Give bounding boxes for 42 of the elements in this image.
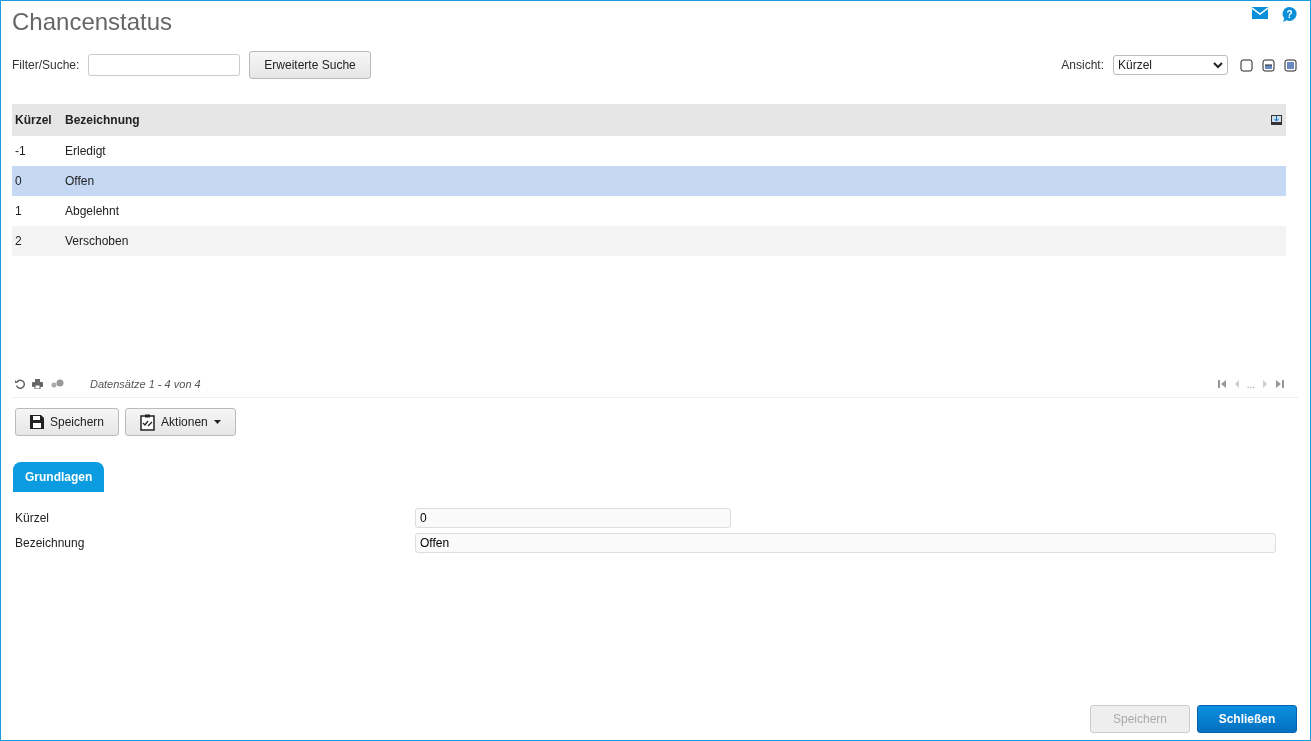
first-page-icon[interactable] — [1217, 380, 1227, 388]
table-cell-text: 0 — [14, 174, 23, 188]
field-label: Kürzel — [15, 511, 50, 525]
filter-field[interactable] — [88, 54, 241, 76]
table-cell-text: 2 — [14, 234, 23, 248]
view-dropdown[interactable]: Kürzel — [1113, 55, 1228, 75]
table-row[interactable]: 0 Offen — [12, 166, 1286, 196]
table-cell-text: Offen — [64, 174, 95, 188]
advanced-search-button[interactable]: Erweiterte Suche — [249, 51, 371, 79]
last-page-icon[interactable] — [1275, 380, 1284, 388]
page-title: Chancenstatus — [12, 8, 173, 36]
table-cell-text: Abgelehnt — [64, 204, 120, 218]
table-cell-text: Verschoben — [64, 234, 129, 248]
table-cell-text: -1 — [14, 144, 27, 158]
input-field[interactable]: Offen — [415, 533, 1276, 553]
column-header[interactable]: Kürzel — [12, 113, 55, 127]
full-pane-icon[interactable] — [1284, 58, 1297, 72]
table-row[interactable]: 2 Verschoben — [12, 226, 1286, 256]
mail-icon[interactable] — [1252, 7, 1268, 19]
table-row[interactable]: -1 Erledigt — [12, 136, 1286, 166]
chevron-icon — [1213, 61, 1223, 69]
clipboard-icon — [140, 413, 156, 431]
field-label: Bezeichnung — [15, 536, 86, 550]
column-header[interactable]: Bezeichnung — [55, 113, 140, 127]
split-pane-icon[interactable] — [1262, 58, 1275, 72]
caret-icon — [213, 420, 221, 424]
table-cell-text: 1 — [14, 204, 23, 218]
close-button[interactable]: Schließen — [1197, 705, 1297, 733]
table-cell-text: Erledigt — [64, 144, 106, 158]
page-ellipsis: ... — [1246, 378, 1255, 390]
help-icon[interactable]: ? — [1282, 7, 1297, 22]
actions-menu-button[interactable]: Aktionen — [125, 408, 236, 436]
export-icon[interactable] — [1271, 115, 1282, 125]
save-button[interactable]: Speichern — [15, 408, 120, 436]
view-label: Ansicht: — [1061, 58, 1104, 72]
print-icon[interactable] — [32, 379, 43, 389]
input-field[interactable]: 0 — [415, 508, 731, 528]
single-pane-icon[interactable] — [1240, 58, 1253, 72]
table-row[interactable]: 1 Abgelehnt — [12, 196, 1286, 226]
records-count: Datensätze 1 - 4 von 4 — [90, 378, 201, 390]
filter-label: Filter/Suche: — [12, 58, 80, 72]
refresh-icon[interactable] — [15, 379, 25, 389]
